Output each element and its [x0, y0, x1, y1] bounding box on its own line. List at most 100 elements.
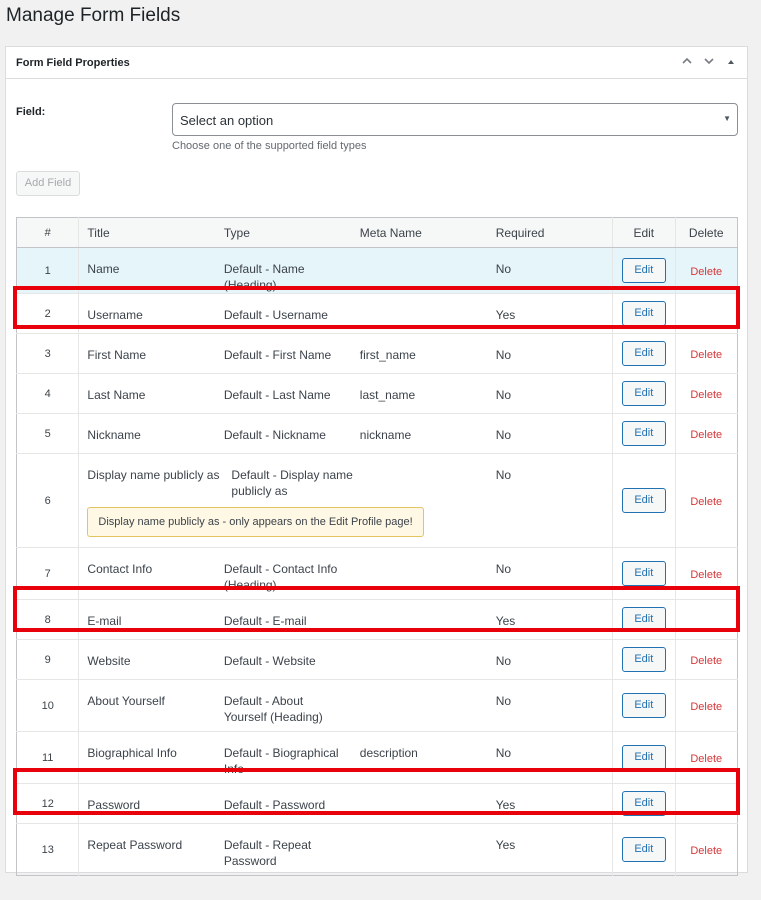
edit-button[interactable]: Edit	[621, 381, 666, 406]
delete-link[interactable]: Delete	[690, 349, 722, 361]
table-row: 6 Display name publicly as Default - Dis…	[16, 453, 738, 548]
edit-button[interactable]: Edit	[621, 647, 666, 672]
edit-button[interactable]: Edit	[621, 561, 666, 586]
form-field-properties-panel: Form Field Properties Field: Select an o…	[5, 46, 748, 876]
row-type: Default - Password	[215, 783, 352, 824]
row-num: 8	[16, 599, 80, 640]
header-edit: Edit	[612, 217, 676, 248]
row-title: Contact Info	[78, 547, 216, 600]
chevron-up-icon[interactable]	[679, 55, 695, 71]
row-title: About Yourself	[78, 679, 216, 732]
edit-button[interactable]: Edit	[621, 837, 666, 862]
delete-link[interactable]: Delete	[690, 655, 722, 667]
triangle-up-icon[interactable]	[723, 55, 739, 71]
chevron-down-icon[interactable]	[701, 55, 717, 71]
panel-header: Form Field Properties	[6, 47, 747, 79]
row-meta-name	[351, 547, 488, 600]
row-title: Repeat Password	[78, 823, 216, 876]
table-row: 11 Biographical Info Default - Biographi…	[16, 731, 738, 784]
add-field-button[interactable]: Add Field	[16, 171, 80, 196]
table-row: 1 Name Default - Name (Heading) No Edit …	[16, 247, 738, 294]
row-meta-name: description	[351, 731, 488, 784]
row-required: Yes	[487, 783, 613, 824]
edit-button[interactable]: Edit	[621, 693, 666, 718]
table-row: 7 Contact Info Default - Contact Info (H…	[16, 547, 738, 600]
table-row: 5 Nickname Default - Nickname nickname N…	[16, 413, 738, 454]
header-delete: Delete	[674, 217, 738, 248]
row-title: E-mail	[78, 599, 216, 640]
row-required: No	[487, 679, 613, 732]
row-num: 4	[16, 373, 80, 414]
delete-link[interactable]: Delete	[690, 429, 722, 441]
row-type: Default - Nickname	[215, 413, 352, 454]
row-num: 2	[16, 293, 80, 334]
row-required: No	[487, 547, 613, 600]
header-type: Type	[215, 217, 352, 248]
delete-link[interactable]: Delete	[690, 266, 722, 278]
row-meta-name	[351, 823, 488, 876]
row-num: 10	[16, 679, 80, 732]
row-title: Biographical Info	[78, 731, 216, 784]
field-help-text: Choose one of the supported field types	[172, 140, 367, 152]
row-meta-name	[351, 679, 488, 732]
row-num: 6	[16, 453, 80, 548]
delete-link[interactable]: Delete	[690, 753, 722, 765]
row-num: 3	[16, 333, 80, 374]
edit-button[interactable]: Edit	[621, 488, 666, 513]
edit-button[interactable]: Edit	[621, 607, 666, 632]
row-meta-name: last_name	[351, 373, 488, 414]
row-title: Password	[78, 783, 216, 824]
row-title: Username	[78, 293, 216, 334]
row-type: Default - Display name publicly as	[231, 468, 353, 498]
row-required: No	[487, 731, 613, 784]
row-title: Name	[78, 247, 216, 294]
header-title: Title	[78, 217, 216, 248]
edit-button[interactable]: Edit	[621, 341, 666, 366]
row-title: Last Name	[78, 373, 216, 414]
table-row: 3 First Name Default - First Name first_…	[16, 333, 738, 374]
page-title: Manage Form Fields	[6, 5, 181, 26]
field-label: Field:	[16, 106, 46, 118]
row-meta-name	[351, 599, 488, 640]
row-type: Default - Biographical Info	[215, 731, 352, 784]
edit-button[interactable]: Edit	[621, 745, 666, 770]
row-meta-name	[351, 247, 488, 294]
row-type: Default - E-mail	[215, 599, 352, 640]
row-notice: Display name publicly as - only appears …	[87, 507, 424, 537]
row-num: 11	[16, 731, 80, 784]
table-row: 9 Website Default - Website No Edit Dele…	[16, 639, 738, 680]
row-type: Default - Last Name	[215, 373, 352, 414]
table-row: 10 About Yourself Default - About Yourse…	[16, 679, 738, 732]
table-row: 13 Repeat Password Default - Repeat Pass…	[16, 823, 738, 876]
delete-link[interactable]: Delete	[690, 569, 722, 581]
panel-handle-actions	[679, 55, 739, 71]
row-required: No	[487, 453, 613, 548]
row-num: 7	[16, 547, 80, 600]
row-type: Default - Username	[215, 293, 352, 334]
row-required: No	[487, 333, 613, 374]
header-required: Required	[487, 217, 613, 248]
table-row: 4 Last Name Default - Last Name last_nam…	[16, 373, 738, 414]
row-title: Display name publicly as	[87, 468, 220, 482]
edit-button[interactable]: Edit	[621, 421, 666, 446]
row-required: Yes	[487, 823, 613, 876]
row-meta-name	[351, 293, 488, 334]
row-type: Default - Name (Heading)	[215, 247, 352, 294]
edit-button[interactable]: Edit	[621, 258, 666, 283]
row-type: Default - Website	[215, 639, 352, 680]
row-required: Yes	[487, 599, 613, 640]
delete-link[interactable]: Delete	[690, 701, 722, 713]
edit-button[interactable]: Edit	[621, 301, 666, 326]
panel-title: Form Field Properties	[16, 57, 130, 69]
delete-link[interactable]: Delete	[690, 389, 722, 401]
delete-link[interactable]: Delete	[690, 496, 722, 508]
row-title: Nickname	[78, 413, 216, 454]
row-required: Yes	[487, 293, 613, 334]
row-required: No	[487, 639, 613, 680]
row-required: No	[487, 413, 613, 454]
row-num: 5	[16, 413, 80, 454]
field-type-select[interactable]: Select an option ▼	[172, 103, 738, 136]
row-type: Default - First Name	[215, 333, 352, 374]
edit-button[interactable]: Edit	[621, 791, 666, 816]
delete-link[interactable]: Delete	[690, 845, 722, 857]
